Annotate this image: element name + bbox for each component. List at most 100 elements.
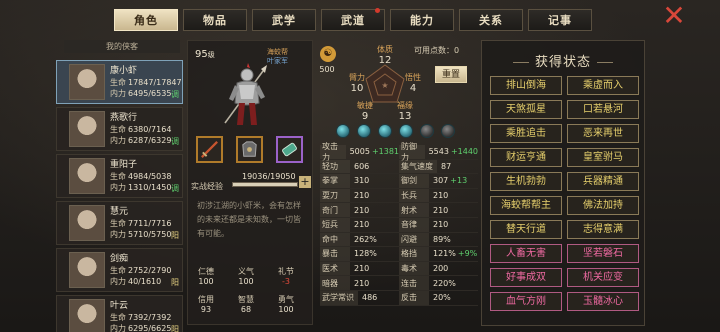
roster-member[interactable]: 慧元 生命 7711/7716 内力 5710/5750 阳 bbox=[56, 201, 183, 245]
stat-val: 5543 bbox=[428, 147, 449, 157]
stat-key: 攻击力 bbox=[320, 142, 346, 162]
member-tag: 调 bbox=[171, 137, 179, 146]
status-item[interactable]: 海蛟帮帮主 bbox=[490, 196, 562, 215]
gem-icon[interactable] bbox=[420, 124, 434, 138]
accessory-slot[interactable] bbox=[276, 136, 303, 163]
status-item[interactable]: 替天行道 bbox=[490, 220, 562, 239]
status-item[interactable]: 血气方刚 bbox=[490, 292, 562, 311]
stat-label: 福缘 bbox=[397, 101, 413, 110]
member-mp: 6495/6535 bbox=[128, 88, 172, 98]
weapon-slot[interactable] bbox=[196, 136, 223, 163]
stat-cell: 武学常识 486 bbox=[320, 290, 399, 305]
armor-slot[interactable] bbox=[236, 136, 263, 163]
gem-icon[interactable] bbox=[357, 124, 371, 138]
stat-insight: 悟性 4 bbox=[398, 72, 428, 94]
status-item[interactable]: 兵器精通 bbox=[567, 172, 639, 191]
status-item[interactable]: 志得意满 bbox=[567, 220, 639, 239]
member-name: 燕歌行 bbox=[110, 112, 138, 123]
status-item[interactable]: 乘虚而入 bbox=[567, 76, 639, 95]
gem-icon[interactable] bbox=[441, 124, 455, 138]
roster-title: 我的侠客 bbox=[64, 40, 180, 53]
stat-val: 307 bbox=[433, 176, 449, 186]
stat-key: 命中 bbox=[320, 232, 350, 247]
status-item[interactable]: 生机勃勃 bbox=[490, 172, 562, 191]
stats-row: 武学常识 486 反击 20% bbox=[320, 290, 478, 306]
stat-val: 210 bbox=[354, 191, 370, 201]
stat-key: 连击 bbox=[399, 276, 429, 290]
level-value: 95 bbox=[195, 49, 208, 60]
status-item[interactable]: 皇室驸马 bbox=[567, 148, 639, 167]
tab-martial-way[interactable]: 武道 bbox=[321, 8, 385, 31]
stat-cell: 短兵 210 bbox=[320, 217, 399, 232]
status-item[interactable]: 好事成双 bbox=[490, 268, 562, 287]
roster-member[interactable]: 剑痴 生命 2752/2790 内力 40/1610 阳 bbox=[56, 248, 183, 292]
avatar bbox=[69, 158, 105, 194]
virtue-item: 义气 100 bbox=[231, 267, 261, 287]
stat-key: 暗器 bbox=[320, 276, 350, 290]
status-item[interactable]: 坚若磐石 bbox=[567, 244, 639, 263]
stat-key: 轻功 bbox=[320, 159, 350, 174]
status-item[interactable]: 人畜无害 bbox=[490, 244, 562, 263]
virtue-value: 100 bbox=[238, 277, 254, 286]
add-exp-button[interactable]: + bbox=[299, 176, 311, 188]
roster-member[interactable]: 燕歌行 生命 6380/7164 内力 6287/6329 调 bbox=[56, 107, 183, 151]
roster-member[interactable]: 重阳子 生命 4984/5038 内力 1310/1450 调 bbox=[56, 154, 183, 198]
stat-label: 臂力 bbox=[349, 73, 365, 82]
gem-icon[interactable] bbox=[378, 124, 392, 138]
tab-character[interactable]: 角色 bbox=[114, 9, 178, 31]
gem-icon[interactable] bbox=[399, 124, 413, 138]
avatar bbox=[69, 299, 105, 332]
level-unit: 级 bbox=[207, 51, 215, 59]
virtue-item: 信用 93 bbox=[191, 295, 221, 315]
avatar bbox=[69, 205, 105, 241]
stat-key: 格挡 bbox=[399, 247, 429, 261]
stats-row: 命中 262% 闪避 89% bbox=[320, 232, 478, 248]
status-item[interactable]: 机关应变 bbox=[567, 268, 639, 287]
roster-member[interactable]: 叶云 生命 7392/7392 内力 6295/6625 阳 bbox=[56, 295, 183, 332]
status-item[interactable]: 玉髓冰心 bbox=[567, 292, 639, 311]
virtue-item: 仁德 100 bbox=[191, 267, 221, 287]
sect-name: 海蛟帮 bbox=[267, 48, 288, 56]
stats-row: 奇门 210 射术 210 bbox=[320, 203, 478, 218]
mp-label: 内力 bbox=[110, 276, 126, 286]
status-item[interactable]: 天煞孤星 bbox=[490, 100, 562, 119]
roster-member[interactable]: 康小虾 生命 17847/17847 内力 6495/6535 调 bbox=[56, 60, 183, 104]
status-item[interactable]: 口若悬河 bbox=[567, 100, 639, 119]
member-hp: 6380/7164 bbox=[128, 124, 172, 134]
stats-row: 医术 210 毒术 200 bbox=[320, 261, 478, 277]
stat-key: 医术 bbox=[320, 261, 350, 276]
stat-value: 13 bbox=[398, 111, 412, 122]
combat-stats-table: 攻击力 5005 +1381 防御力 5543 +1440 轻功 606 集气速度 87 拳掌 310… bbox=[320, 142, 478, 306]
status-item[interactable]: 排山倒海 bbox=[490, 76, 562, 95]
virtue-value: 100 bbox=[198, 277, 214, 286]
virtue-label: 礼节 bbox=[278, 267, 294, 276]
status-item[interactable]: 佛法加持 bbox=[567, 196, 639, 215]
hp-label: 生命 bbox=[110, 124, 126, 134]
stats-row: 暴击 128% 格挡 121% +9% bbox=[320, 247, 478, 262]
stat-key: 短兵 bbox=[320, 217, 350, 232]
status-item[interactable]: 乘胜追击 bbox=[490, 124, 562, 143]
stat-val: 310 bbox=[354, 176, 370, 186]
status-item[interactable]: 恶来再世 bbox=[567, 124, 639, 143]
stat-cell: 防御力 5543 +1440 bbox=[399, 142, 478, 162]
roster-list: 康小虾 生命 17847/17847 内力 6495/6535 调 燕歌行 生命 63… bbox=[56, 60, 183, 332]
virtue-label: 智慧 bbox=[238, 295, 254, 304]
avatar bbox=[69, 252, 105, 288]
reset-button[interactable]: 重置 bbox=[435, 66, 467, 83]
tab-items[interactable]: 物品 bbox=[183, 9, 247, 31]
stat-val: 210 bbox=[354, 220, 370, 230]
exp-label: 实战经验 bbox=[191, 182, 223, 191]
status-item[interactable]: 财运亨通 bbox=[490, 148, 562, 167]
tab-martial-arts[interactable]: 武学 bbox=[252, 9, 316, 31]
tab-relations[interactable]: 关系 bbox=[459, 9, 523, 31]
tab-journal[interactable]: 记事 bbox=[528, 9, 592, 31]
member-tag: 调 bbox=[171, 184, 179, 193]
stats-row: 攻击力 5005 +1381 防御力 5543 +1440 bbox=[320, 142, 478, 162]
top-tab-bar: 角色 物品 武学 武道 能力 关系 记事 bbox=[114, 8, 592, 31]
avatar bbox=[69, 111, 105, 147]
gem-icon[interactable] bbox=[336, 124, 350, 138]
stat-value: 12 bbox=[378, 55, 392, 66]
tab-abilities[interactable]: 能力 bbox=[390, 9, 454, 31]
close-icon[interactable]: ✕ bbox=[660, 2, 688, 30]
sword-icon bbox=[201, 141, 218, 158]
